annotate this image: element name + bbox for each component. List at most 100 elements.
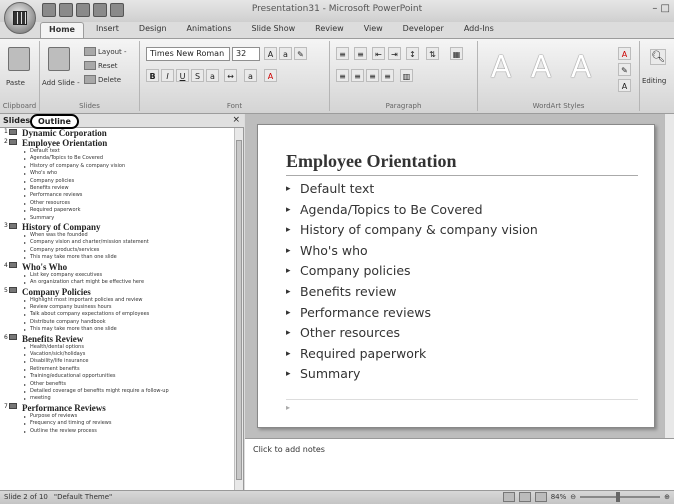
editing-button[interactable]: Editing xyxy=(642,77,666,85)
slide-bullet[interactable]: Performance reviews xyxy=(286,303,538,324)
outline-slide[interactable]: 6 Benefits ReviewHealth/dental optionsVac… xyxy=(4,334,234,403)
outline-bullet[interactable]: An organization chart might be effective… xyxy=(22,279,234,286)
columns-icon[interactable]: ▥ xyxy=(400,69,413,82)
decrease-indent-icon[interactable]: ⇤ xyxy=(372,47,385,60)
slide-bullet[interactable]: Company policies xyxy=(286,261,538,282)
layout-button[interactable]: Layout - xyxy=(84,47,127,56)
outline-bullet[interactable]: Summary xyxy=(22,215,234,222)
outline-bullet[interactable]: Detailed coverage of benefits might requ… xyxy=(22,388,234,395)
outline-bullet[interactable]: Highlight most important policies and re… xyxy=(22,297,234,304)
zoom-level[interactable]: 84% xyxy=(551,493,567,501)
slide-scrollbar[interactable] xyxy=(664,114,674,438)
outline-bullet[interactable]: Company products/services xyxy=(22,247,234,254)
outline-bullet[interactable]: Other resources xyxy=(22,200,234,207)
align-center-icon[interactable]: ≡ xyxy=(351,69,364,82)
wordart-style-3[interactable]: A xyxy=(564,51,598,85)
delete-button[interactable]: Delete xyxy=(84,75,121,84)
slide-bullet[interactable]: Summary xyxy=(286,364,538,385)
outline-slide[interactable]: 3History of CompanyWhen was the foundedC… xyxy=(4,222,234,262)
new-slide-icon[interactable] xyxy=(48,47,70,71)
outline-bullet[interactable]: This may take more than one slide xyxy=(22,326,234,333)
outline-bullet[interactable]: Training/educational opportunities xyxy=(22,373,234,380)
outline-slide-title[interactable]: Benefits Review xyxy=(22,334,234,344)
line-spacing-icon[interactable]: ↕ xyxy=(406,47,419,60)
tab-design[interactable]: Design xyxy=(131,22,175,38)
change-case-icon[interactable]: a xyxy=(244,69,257,82)
tab-slides-pane[interactable]: Slides xyxy=(3,116,30,125)
outline-slide[interactable]: 7 Performance ReviewsPurpose of reviewsFr… xyxy=(4,403,234,435)
increase-indent-icon[interactable]: ⇥ xyxy=(388,47,401,60)
tab-view[interactable]: View xyxy=(356,22,391,38)
align-right-icon[interactable]: ≡ xyxy=(366,69,379,82)
outline-bullet[interactable]: Company vision and charter/mission state… xyxy=(22,239,234,246)
tab-home[interactable]: Home xyxy=(40,22,84,38)
outline-slide-title[interactable]: Performance Reviews xyxy=(22,403,234,413)
wordart-style-2[interactable]: A xyxy=(524,51,558,85)
normal-view-icon[interactable] xyxy=(502,492,515,502)
font-size-combo[interactable]: 32 xyxy=(232,47,260,61)
slide-bullet[interactable]: Who's who xyxy=(286,241,538,262)
window-controls[interactable]: – □ xyxy=(652,3,670,14)
outline-bullet[interactable]: When was the founded xyxy=(22,232,234,239)
find-icon[interactable]: 🔍︎ xyxy=(650,49,666,65)
underline-button[interactable]: U xyxy=(176,69,189,82)
outline-bullet[interactable]: Required paperwork xyxy=(22,207,234,214)
outline-slide[interactable]: 4 Who's WhoList key company executivesAn … xyxy=(4,262,234,287)
numbering-icon[interactable]: ≡ xyxy=(354,47,367,60)
reset-button[interactable]: Reset xyxy=(84,61,118,70)
outline-slide-title[interactable]: Dynamic Corporation xyxy=(22,128,234,138)
zoom-slider[interactable] xyxy=(580,492,661,502)
italic-button[interactable]: I xyxy=(161,69,174,82)
tab-developer[interactable]: Developer xyxy=(395,22,452,38)
clear-formatting-icon[interactable]: ✎ xyxy=(294,47,307,60)
bullets-icon[interactable]: ≡ xyxy=(336,47,349,60)
align-left-icon[interactable]: ≡ xyxy=(336,69,349,82)
outline-bullet[interactable]: Performance reviews xyxy=(22,192,234,199)
outline-bullet[interactable]: Vacation/sick/holidays xyxy=(22,351,234,358)
slide-bullet-list[interactable]: Default textAgenda/Topics to Be CoveredH… xyxy=(286,179,538,385)
shadow-button[interactable]: S xyxy=(191,69,204,82)
outline-slide-title[interactable]: History of Company xyxy=(22,222,234,232)
outline-slide[interactable]: 5 Company PoliciesHighlight most importan… xyxy=(4,287,234,334)
text-direction-icon[interactable]: ⇅ xyxy=(426,47,439,60)
bold-button[interactable]: B xyxy=(146,69,159,82)
zoom-in-icon[interactable]: ⊕ xyxy=(664,493,670,501)
notes-pane[interactable]: Click to add notes xyxy=(245,438,674,490)
outline-bullet[interactable]: List key company executives xyxy=(22,272,234,279)
slide-title[interactable]: Employee Orientation xyxy=(286,151,456,172)
character-spacing-icon[interactable]: ↔ xyxy=(224,69,237,82)
slide-canvas[interactable]: Employee Orientation Default textAgenda/… xyxy=(257,124,655,428)
office-button[interactable] xyxy=(4,2,36,34)
outline-bullet[interactable]: Retirement benefits xyxy=(22,366,234,373)
outline-slide-title[interactable]: Employee Orientation xyxy=(22,138,234,148)
grow-font-button[interactable]: A xyxy=(264,47,277,60)
outline-content[interactable]: 1 Dynamic Corporation 2 Employee Orientatio… xyxy=(0,128,234,490)
outline-bullet[interactable]: Default text xyxy=(22,148,234,155)
tab-review[interactable]: Review xyxy=(307,22,352,38)
tab-add-ins[interactable]: Add-Ins xyxy=(456,22,502,38)
slide-sorter-icon[interactable] xyxy=(518,492,531,502)
outline-bullet[interactable]: Benefits review xyxy=(22,185,234,192)
outline-bullet[interactable]: Company policies xyxy=(22,178,234,185)
outline-bullet[interactable]: Outline the review process xyxy=(22,428,234,435)
strikethrough-button[interactable]: a xyxy=(206,69,219,82)
close-icon[interactable]: × xyxy=(232,115,240,125)
tab-insert[interactable]: Insert xyxy=(88,22,127,38)
shrink-font-button[interactable]: a xyxy=(279,47,292,60)
text-effects-icon[interactable]: A xyxy=(618,79,631,92)
outline-bullet[interactable]: Health/dental options xyxy=(22,344,234,351)
slide-bullet[interactable]: Required paperwork xyxy=(286,344,538,365)
outline-slide[interactable]: 2 Employee OrientationDefault textAgenda/… xyxy=(4,138,234,222)
font-name-combo[interactable]: Times New Roman xyxy=(146,47,230,61)
wordart-style-1[interactable]: A xyxy=(484,51,518,85)
outline-bullet[interactable]: meeting xyxy=(22,395,234,402)
paste-button[interactable]: Paste xyxy=(6,79,25,87)
outline-scrollbar[interactable] xyxy=(234,128,243,490)
outline-slide-title[interactable]: Who's Who xyxy=(22,262,234,272)
outline-bullet[interactable]: This may take more than one slide xyxy=(22,254,234,261)
outline-bullet[interactable]: History of company & company vision xyxy=(22,163,234,170)
justify-icon[interactable]: ≡ xyxy=(381,69,394,82)
outline-slide-title[interactable]: Company Policies xyxy=(22,287,234,297)
outline-bullet[interactable]: Frequency and timing of reviews xyxy=(22,420,234,427)
zoom-out-icon[interactable]: ⊖ xyxy=(570,493,576,501)
